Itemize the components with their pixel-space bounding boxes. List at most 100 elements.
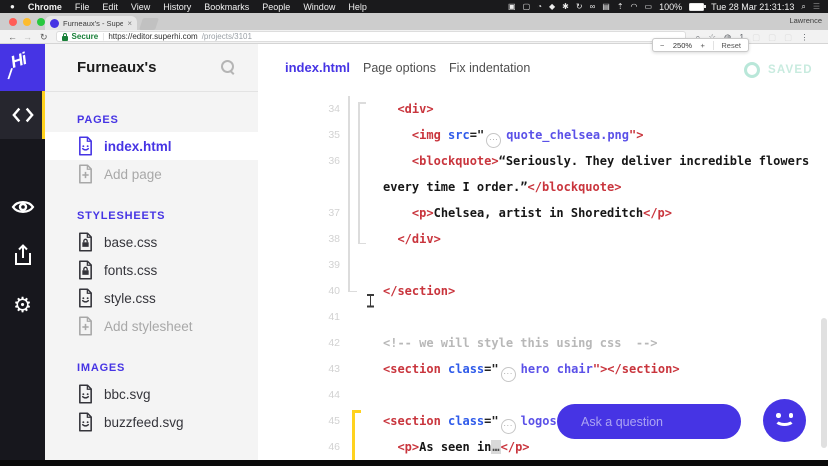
zoom-in-button[interactable]: + xyxy=(701,41,705,50)
forward-button[interactable]: → xyxy=(23,30,32,44)
arrow-up-icon[interactable]: ⇡ xyxy=(617,0,624,13)
editor-tab-page-options[interactable]: Page options xyxy=(363,61,436,75)
menu-chrome[interactable]: Chrome xyxy=(28,2,62,12)
smiley-file-icon xyxy=(77,288,94,308)
file-item-add-page[interactable]: Add page xyxy=(45,160,258,188)
code-line[interactable]: 38 </div> xyxy=(258,226,828,252)
section-label-stylesheets: STYLESHEETS xyxy=(77,210,258,222)
text-cursor xyxy=(367,294,374,307)
file-item-index.html[interactable]: index.html xyxy=(45,132,258,160)
code-line[interactable]: 37 <p>Chelsea, artist in Shoreditch</p> xyxy=(258,200,828,226)
flower-icon[interactable]: ✱ xyxy=(562,0,569,13)
code-line[interactable]: 40</section> xyxy=(258,278,828,304)
asset-chip-icon[interactable]: ··· xyxy=(486,133,501,148)
plus-file-icon xyxy=(77,164,94,184)
clock-icon[interactable]: ◔ xyxy=(537,0,542,13)
file-item-bbc.svg[interactable]: bbc.svg xyxy=(45,380,258,408)
line-number: 39 xyxy=(258,259,340,271)
code-view-button[interactable] xyxy=(0,91,45,139)
battery-percent: 100% xyxy=(659,2,682,12)
droplet-icon[interactable]: ◆ xyxy=(549,0,555,13)
document-icon[interactable]: ▤ xyxy=(602,0,610,13)
code-text: <img src="···quote_chelsea.png"> xyxy=(340,122,643,149)
sync-icon[interactable]: ↻ xyxy=(576,0,583,13)
wifi-icon[interactable]: ◠ xyxy=(631,0,638,13)
code-editor[interactable]: index.html Page options Fix indentation SA… xyxy=(258,44,828,466)
zoom-out-button[interactable]: − xyxy=(660,41,664,50)
file-item-add-stylesheet[interactable]: Add stylesheet xyxy=(45,312,258,340)
tab-close-icon[interactable]: × xyxy=(127,19,132,28)
minimize-window-button[interactable] xyxy=(23,18,31,26)
code-line[interactable]: 34 <div> xyxy=(258,96,828,122)
menu-list-icon[interactable]: ☰ xyxy=(813,0,820,13)
window-icon[interactable]: ▢ xyxy=(523,0,531,13)
file-item-fonts.css[interactable]: fonts.css xyxy=(45,256,258,284)
reload-button[interactable]: ↻ xyxy=(40,30,48,44)
search-icon[interactable] xyxy=(220,59,236,75)
menu-window[interactable]: Window xyxy=(303,2,335,12)
menu-kebab-icon[interactable]: ⋮ xyxy=(800,30,809,44)
menu-help[interactable]: Help xyxy=(348,2,367,12)
save-status: SAVED xyxy=(744,62,813,78)
eye-icon xyxy=(11,198,35,216)
settings-button[interactable]: ⚙ xyxy=(0,281,45,329)
help-smiley-button[interactable] xyxy=(763,399,806,442)
file-name: Add page xyxy=(104,167,162,182)
menu-bookmarks[interactable]: Bookmarks xyxy=(204,2,249,12)
editor-scrollbar[interactable] xyxy=(821,318,827,448)
menu-history[interactable]: History xyxy=(163,2,191,12)
file-item-buzzfeed.svg[interactable]: buzzfeed.svg xyxy=(45,408,258,436)
infinity-icon[interactable]: ∞ xyxy=(590,0,596,13)
address-bar[interactable]: Secure | https://editor.superhi.com /pro… xyxy=(56,31,686,42)
close-window-button[interactable] xyxy=(9,18,17,26)
zoom-window-button[interactable] xyxy=(37,18,45,26)
ask-question-button[interactable]: Ask a question xyxy=(557,404,741,439)
fold-marker[interactable]: … xyxy=(491,440,500,454)
browser-tab[interactable]: Furneaux's - SuperHi × xyxy=(45,16,137,30)
code-line[interactable]: 45<section class="···logos" xyxy=(258,408,828,434)
menu-clock[interactable]: Tue 28 Mar 21:31:13 xyxy=(711,2,794,12)
extension-dim-icon-3[interactable]: ▢ xyxy=(784,30,792,44)
file-name: Add stylesheet xyxy=(104,319,193,334)
code-line[interactable]: 41 xyxy=(258,304,828,330)
new-tab-button[interactable] xyxy=(139,18,159,30)
preview-button[interactable] xyxy=(0,183,45,231)
extension-dim-icon-1[interactable]: ▢ xyxy=(752,30,760,44)
file-item-style.css[interactable]: style.css xyxy=(45,284,258,312)
code-text: <p>Chelsea, artist in Shoreditch</p> xyxy=(340,200,672,226)
menu-view[interactable]: View xyxy=(131,2,150,12)
code-line[interactable]: 44 xyxy=(258,382,828,408)
screen-icon[interactable]: ▭ xyxy=(645,0,653,13)
url-path: /projects/3101 xyxy=(202,32,252,41)
editor-tab-fix-indentation[interactable]: Fix indentation xyxy=(449,61,530,75)
code-line[interactable]: every time I order.”</blockquote> xyxy=(258,174,828,200)
ask-question-label: Ask a question xyxy=(581,415,663,429)
display-icon[interactable]: ▣ xyxy=(508,0,516,13)
spotlight-search-icon[interactable]: ⌕ xyxy=(801,0,805,13)
zoom-level: 250% xyxy=(673,41,692,50)
code-line[interactable]: 35 <img src="···quote_chelsea.png"> xyxy=(258,122,828,148)
project-header: Furneaux's xyxy=(45,44,258,92)
share-button[interactable] xyxy=(0,231,45,279)
code-line[interactable]: 39 xyxy=(258,252,828,278)
file-item-base.css[interactable]: base.css xyxy=(45,228,258,256)
code-lines[interactable]: 34 <div>35 <img src="···quote_chelsea.pn… xyxy=(258,96,828,460)
superhi-logo[interactable]: Hi / xyxy=(0,44,45,91)
extension-dim-icon-2[interactable]: ▢ xyxy=(768,30,776,44)
asset-chip-icon[interactable]: ··· xyxy=(501,419,516,434)
line-number: 35 xyxy=(258,129,340,141)
menu-edit[interactable]: Edit xyxy=(102,2,118,12)
code-line[interactable]: 46 <p>As seen in…</p> xyxy=(258,434,828,460)
menu-file[interactable]: File xyxy=(75,2,90,12)
apple-menu-icon[interactable]: ● xyxy=(10,2,15,11)
back-button[interactable]: ← xyxy=(8,30,17,44)
code-line[interactable]: 43<section class="···hero chair"></secti… xyxy=(258,356,828,382)
editor-tab-index.html[interactable]: index.html xyxy=(285,60,350,75)
menu-people[interactable]: People xyxy=(262,2,290,12)
code-line[interactable]: 42<!-- we will style this using css --> xyxy=(258,330,828,356)
asset-chip-icon[interactable]: ··· xyxy=(501,367,516,382)
file-name: bbc.svg xyxy=(104,387,151,402)
zoom-reset-button[interactable]: Reset xyxy=(713,41,741,50)
menu-status-area: ▣ ▢ ◔ ◆ ✱ ↻ ∞ ▤ ⇡ ◠ ▭ 100% Tue 28 Mar 21:31:13 ⌕ ☰ xyxy=(508,0,828,13)
code-line[interactable]: 36 <blockquote>“Seriously. They deliver … xyxy=(258,148,828,174)
